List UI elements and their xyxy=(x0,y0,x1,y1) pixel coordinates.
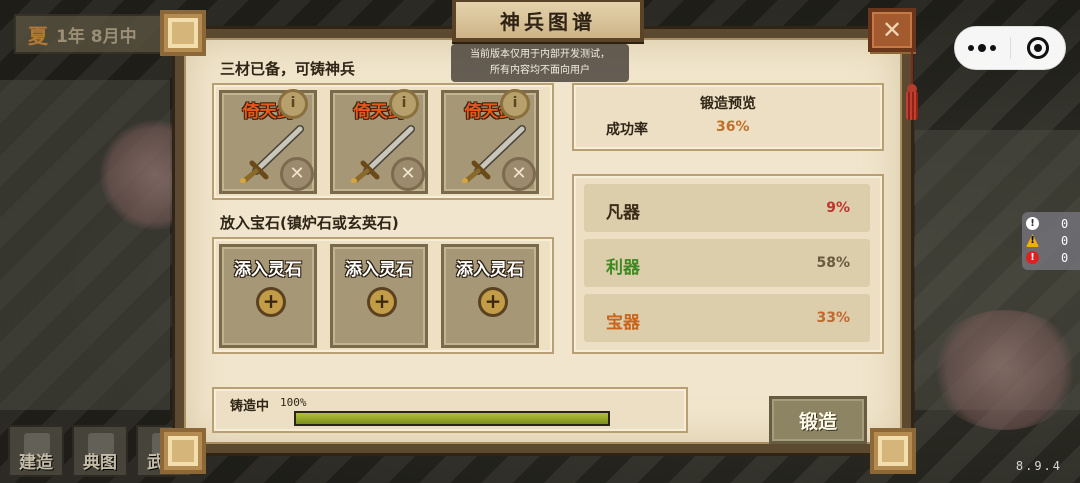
success-rate-value: 36% xyxy=(716,119,750,135)
material-slot[interactable]: 倚天剑 i ✕ xyxy=(219,89,317,194)
close-button[interactable]: ✕ xyxy=(868,8,916,52)
date-display: 夏 1年 8月中 xyxy=(14,14,164,54)
nav-build-label: 建造 xyxy=(19,453,53,473)
forge-button-label: 锻造 xyxy=(798,410,837,433)
background-tree xyxy=(930,310,1080,430)
gem-slot-label: 添入灵石 xyxy=(234,260,302,280)
dialog-title: 神兵图谱 xyxy=(500,9,596,34)
more-menu-button[interactable] xyxy=(955,44,1010,52)
materials-heading: 三材已备，可铸神兵 xyxy=(220,60,356,78)
gem-slot[interactable]: 添入灵石 + xyxy=(330,244,428,348)
success-rate-label: 成功率 xyxy=(606,122,648,138)
nav-build-button[interactable]: 建造 xyxy=(8,425,64,477)
dev-notice-line2: 所有内容均不面向用户 xyxy=(490,65,590,76)
warning-icon: ! xyxy=(1026,234,1039,247)
forge-preview-panel: 锻造预览 成功率 36% xyxy=(572,83,884,151)
exit-miniprogram-button[interactable] xyxy=(1011,37,1066,59)
tier-probability: 58% xyxy=(816,255,850,271)
tier-name: 宝器 xyxy=(606,313,640,333)
frame-corner-ornament xyxy=(160,10,206,56)
remove-material-button[interactable]: ✕ xyxy=(391,157,425,191)
tier-probability: 9% xyxy=(826,200,850,216)
season-label: 夏 xyxy=(28,23,48,48)
tier-row-treasure: 宝器 33% xyxy=(584,294,870,342)
material-slot[interactable]: 倚天剑 i ✕ xyxy=(330,89,428,194)
forge-button[interactable]: 锻造 xyxy=(769,396,867,444)
remove-material-button[interactable]: ✕ xyxy=(502,157,536,191)
material-slot-group: 倚天剑 i ✕ 倚天剑 i ✕ 倚天剑 i ✕ xyxy=(212,83,554,200)
info-icon: ! xyxy=(1026,217,1039,230)
date-label: 1年 8月中 xyxy=(56,26,137,47)
gem-slot[interactable]: 添入灵石 + xyxy=(441,244,539,348)
forging-status-label: 铸造中 xyxy=(230,399,270,414)
nav-codex-button[interactable]: 典图 xyxy=(72,425,128,477)
frame-corner-ornament xyxy=(870,428,916,474)
frame-corner-ornament xyxy=(160,428,206,474)
dialog-title-plate: 神兵图谱 xyxy=(452,0,644,42)
progress-bar xyxy=(294,411,610,426)
warning-count: 0 xyxy=(1061,233,1069,248)
close-icon: ✕ xyxy=(881,16,903,44)
preview-title: 锻造预览 xyxy=(700,96,756,112)
target-icon xyxy=(1026,37,1049,59)
gem-slot-group: 添入灵石 + 添入灵石 + 添入灵石 + xyxy=(212,237,554,354)
info-icon[interactable]: i xyxy=(278,89,308,119)
forging-percent: 100% xyxy=(280,396,307,409)
tier-row-sharp: 利器 58% xyxy=(584,239,870,287)
dev-notice-toast: 当前版本仅用于内部开发测试， 所有内容均不面向用户 xyxy=(451,44,629,82)
miniprogram-capsule xyxy=(954,26,1066,70)
tier-row-common: 凡器 9% xyxy=(584,184,870,232)
remove-material-button[interactable]: ✕ xyxy=(280,157,314,191)
tier-probability-panel: 凡器 9% 利器 58% 宝器 33% xyxy=(572,174,884,354)
gem-slot[interactable]: 添入灵石 + xyxy=(219,244,317,348)
gem-slot-label: 添入灵石 xyxy=(345,260,413,280)
dev-notice-line1: 当前版本仅用于内部开发测试， xyxy=(470,49,610,60)
error-count: 0 xyxy=(1061,250,1069,265)
plus-icon[interactable]: + xyxy=(367,287,397,317)
info-icon[interactable]: i xyxy=(389,89,419,119)
gems-heading: 放入宝石(镇炉石或玄英石) xyxy=(220,214,399,232)
debug-counter-panel[interactable]: ! 0 ! 0 ! 0 xyxy=(1022,212,1080,270)
tier-name: 利器 xyxy=(606,258,640,278)
info-icon[interactable]: i xyxy=(500,89,530,119)
version-label: 8.9.4 xyxy=(1015,459,1062,473)
gem-slot-label: 添入灵石 xyxy=(456,260,524,280)
plus-icon[interactable]: + xyxy=(256,287,286,317)
forging-progress-box: 铸造中 100% xyxy=(212,387,688,433)
error-icon: ! xyxy=(1026,251,1039,264)
tassel-ornament xyxy=(906,50,918,122)
nav-codex-label: 典图 xyxy=(83,453,117,473)
tier-name: 凡器 xyxy=(606,203,640,223)
plus-icon[interactable]: + xyxy=(478,287,508,317)
info-count: 0 xyxy=(1061,216,1069,231)
material-slot[interactable]: 倚天剑 i ✕ xyxy=(441,89,539,194)
tier-probability: 33% xyxy=(816,310,850,326)
progress-bar-fill xyxy=(296,413,608,424)
